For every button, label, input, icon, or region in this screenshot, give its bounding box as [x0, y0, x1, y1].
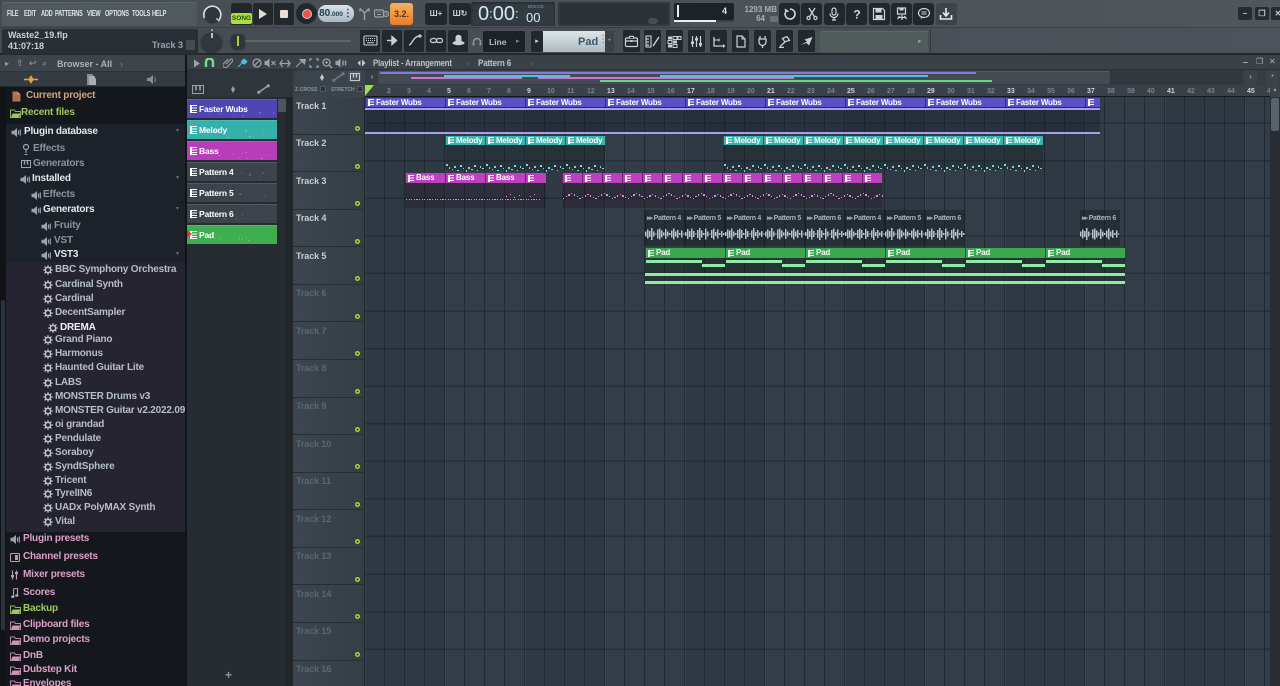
svg-text:?: ? — [853, 8, 860, 22]
